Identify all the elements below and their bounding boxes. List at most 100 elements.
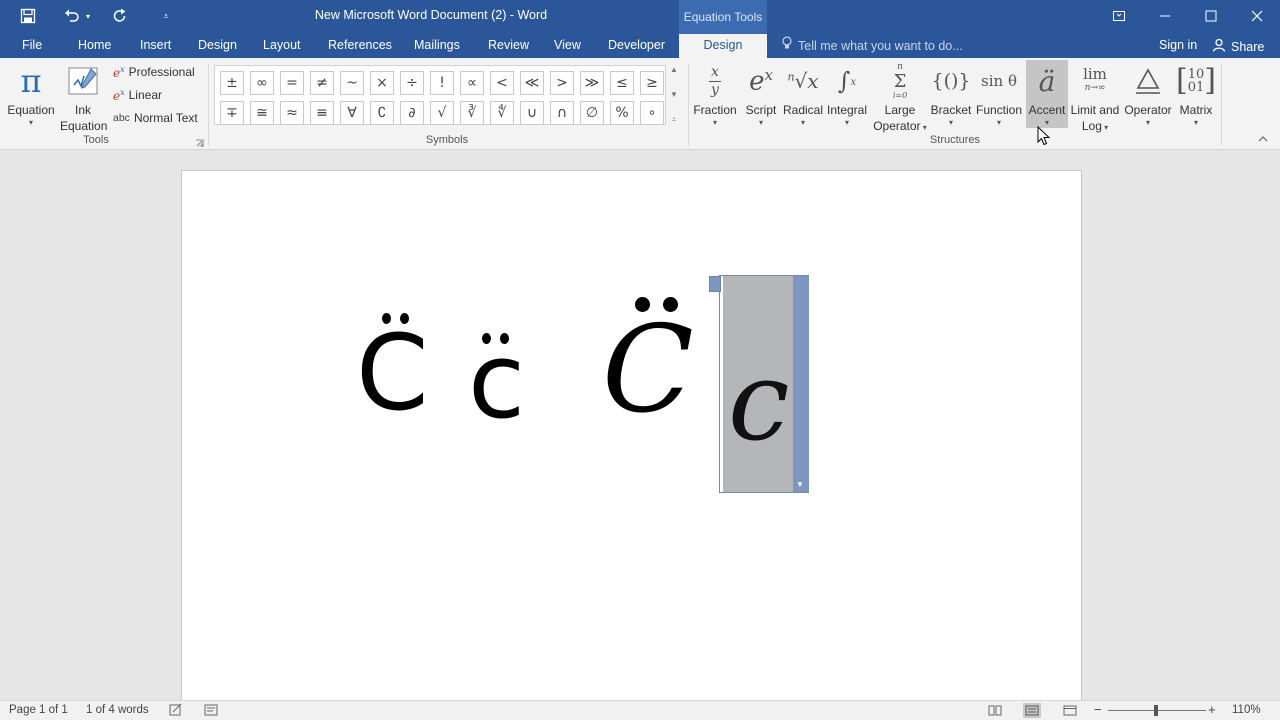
symbol-button[interactable]: ÷ <box>397 68 427 98</box>
web-layout-icon[interactable] <box>1061 703 1079 718</box>
tab-developer[interactable]: Developer <box>606 34 667 58</box>
zoom-slider-thumb[interactable] <box>1154 705 1158 716</box>
large-operator-icon: n Σi=0 <box>892 61 908 100</box>
large-operator-button[interactable]: n Σi=0 Large Operator ▾ <box>872 60 928 136</box>
minimize-icon[interactable] <box>1142 0 1188 32</box>
tab-design[interactable]: Design <box>196 34 239 58</box>
linear-button[interactable]: ex Linear <box>113 84 162 106</box>
symbol-button[interactable]: ∛ <box>457 98 487 128</box>
function-button[interactable]: sin θ Function ▾ <box>974 60 1024 128</box>
symbol-button[interactable]: ∪ <box>517 98 547 128</box>
bracket-icon: {()} <box>931 70 971 92</box>
symbol-button[interactable]: ≅ <box>247 98 277 128</box>
ink-equation-label-2: Equation <box>60 119 108 133</box>
document-page[interactable]: C c C ▼ c <box>181 170 1082 710</box>
symbol-button[interactable]: ∀ <box>337 98 367 128</box>
page-count[interactable]: Page 1 of 1 <box>9 704 68 716</box>
integral-button[interactable]: ∫x Integral ▾ <box>824 60 870 128</box>
symbol-button[interactable]: ! <box>427 68 457 98</box>
symbol-glyph: ∪ <box>520 101 544 125</box>
equation-options-bar[interactable] <box>793 276 809 492</box>
macro-recording-icon[interactable] <box>204 703 218 720</box>
share-button[interactable]: Share <box>1212 38 1264 55</box>
matrix-label: Matrix <box>1179 103 1213 117</box>
sign-in-link[interactable]: Sign in <box>1159 38 1197 52</box>
limit-and-log-button[interactable]: lim n→∞ Limit and Log ▾ <box>1068 60 1122 136</box>
symbol-button[interactable]: ∞ <box>247 68 277 98</box>
equation-move-handle[interactable] <box>709 276 721 292</box>
script-button[interactable]: ex Script ▾ <box>740 60 782 128</box>
proofing-icon[interactable] <box>169 703 183 720</box>
symbol-button[interactable]: ∩ <box>547 98 577 128</box>
symbol-button[interactable]: ∝ <box>457 68 487 98</box>
fraction-button[interactable]: xy Fraction ▾ <box>692 60 738 128</box>
chevron-down-icon: ▾ <box>712 118 717 127</box>
symbol-button[interactable]: ≤ <box>607 68 637 98</box>
tools-dialog-launcher-icon[interactable] <box>195 137 204 147</box>
close-icon[interactable] <box>1234 0 1280 32</box>
gallery-up-icon[interactable]: ▲ <box>670 65 678 74</box>
tab-review[interactable]: Review <box>486 34 531 58</box>
print-layout-icon[interactable] <box>1023 703 1041 718</box>
symbol-button[interactable]: ≡ <box>307 98 337 128</box>
symbol-button[interactable]: ∁ <box>367 98 397 128</box>
matrix-icon: [10 01] <box>1176 63 1216 98</box>
zoom-out-button[interactable]: − <box>1094 702 1102 717</box>
symbol-button[interactable]: ≪ <box>517 68 547 98</box>
equation-label: Equation <box>7 103 55 117</box>
tell-me-search[interactable]: Tell me what you want to do... <box>782 34 963 58</box>
equation-box[interactable]: ▼ c <box>709 275 809 493</box>
symbol-button[interactable]: ≈ <box>277 98 307 128</box>
accent-button[interactable]: ä Accent ▾ <box>1026 60 1068 128</box>
document-area[interactable]: C c C ▼ c <box>0 150 1280 710</box>
tab-view[interactable]: View <box>552 34 583 58</box>
equation-button[interactable]: π Equation ▾ <box>4 60 58 128</box>
tab-file[interactable]: File <box>20 34 44 58</box>
symbol-button[interactable]: > <box>547 68 577 98</box>
operator-button[interactable]: Operator ▾ <box>1122 60 1174 128</box>
symbol-button[interactable]: % <box>607 98 637 128</box>
zoom-level[interactable]: 110% <box>1232 704 1261 716</box>
symbol-button[interactable]: = <box>277 68 307 98</box>
symbol-button[interactable]: ≠ <box>307 68 337 98</box>
professional-button[interactable]: ex Professional <box>113 61 195 83</box>
collapse-ribbon-icon[interactable] <box>1258 134 1268 145</box>
symbol-button[interactable]: ≥ <box>637 68 667 98</box>
symbol-button[interactable]: ≫ <box>577 68 607 98</box>
gallery-down-icon[interactable]: ▼ <box>670 90 678 99</box>
symbol-button[interactable]: ∘ <box>637 98 667 128</box>
normal-text-button[interactable]: abc Normal Text <box>113 107 198 129</box>
gallery-more-icon[interactable]: ⩡ <box>672 115 677 125</box>
accent-label: Accent <box>1028 103 1066 117</box>
symbol-button[interactable]: ∂ <box>397 98 427 128</box>
symbol-button[interactable]: ± <box>217 68 247 98</box>
symbol-button[interactable]: < <box>487 68 517 98</box>
maximize-icon[interactable] <box>1188 0 1234 32</box>
radical-icon: n√x <box>787 69 819 93</box>
bracket-button[interactable]: {()} Bracket ▾ <box>928 60 974 128</box>
ribbon-display-options-icon[interactable] <box>1096 0 1142 32</box>
tab-equation-design[interactable]: Design <box>679 34 767 59</box>
symbol-button[interactable]: √ <box>427 98 457 128</box>
mouse-pointer-icon <box>1037 125 1051 146</box>
tab-layout[interactable]: Layout <box>261 34 303 58</box>
tab-home[interactable]: Home <box>76 34 113 58</box>
radical-button[interactable]: n√x Radical ▾ <box>782 60 824 128</box>
matrix-button[interactable]: [10 01] Matrix ▾ <box>1174 60 1218 128</box>
tab-insert[interactable]: Insert <box>138 34 173 58</box>
symbol-button[interactable]: ∜ <box>487 98 517 128</box>
read-mode-icon[interactable] <box>986 703 1004 718</box>
symbol-glyph: ≪ <box>520 71 544 95</box>
symbol-button[interactable]: ∅ <box>577 98 607 128</box>
zoom-in-button[interactable]: + <box>1208 702 1216 717</box>
tab-mailings[interactable]: Mailings <box>412 34 462 58</box>
symbol-glyph: ∂ <box>400 101 424 125</box>
tab-references[interactable]: References <box>326 34 394 58</box>
chevron-down-icon: ▾ <box>844 118 849 127</box>
symbol-button[interactable]: × <box>367 68 397 98</box>
word-count[interactable]: 1 of 4 words <box>86 704 149 716</box>
equation-options-dropdown-icon[interactable]: ▼ <box>796 480 804 489</box>
symbol-button[interactable]: ∓ <box>217 98 247 128</box>
symbol-button[interactable]: ~ <box>337 68 367 98</box>
ink-equation-button[interactable]: Ink Equation <box>60 60 108 134</box>
